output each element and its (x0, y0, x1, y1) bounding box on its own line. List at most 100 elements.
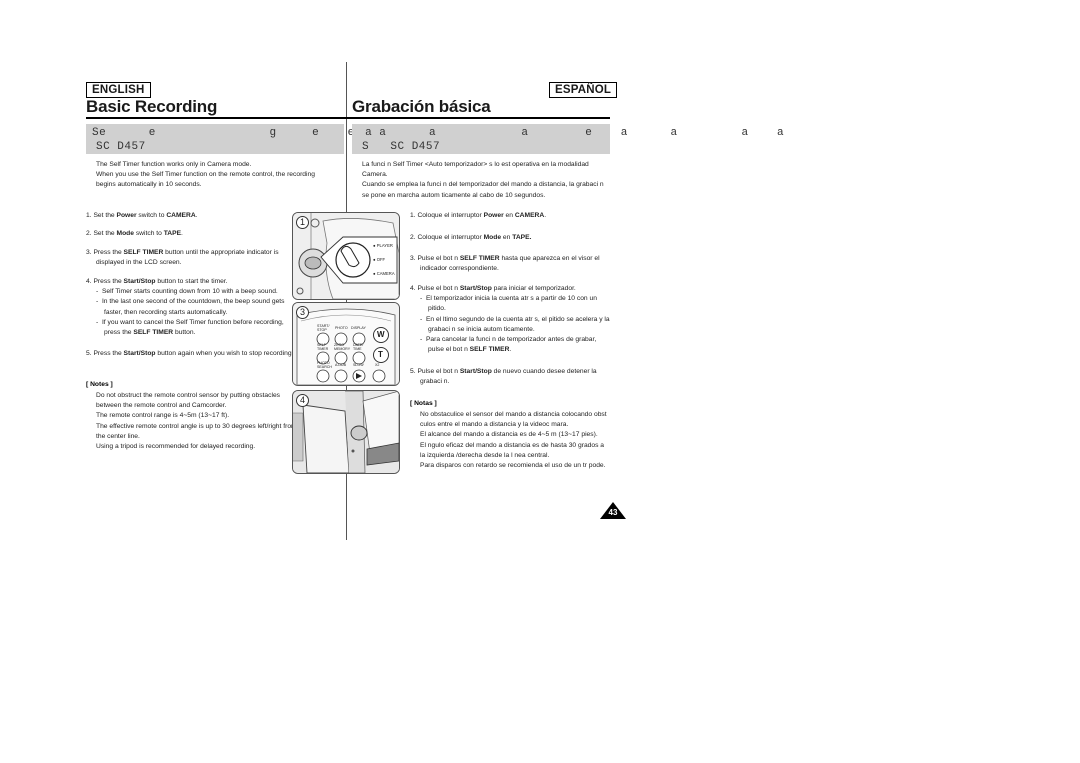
espanol-intro-line: La funci n Self Timer <Auto temporizador… (362, 161, 589, 179)
remote-label-date-time: DATE/ TIME (353, 343, 364, 351)
step-number: 5. (410, 368, 416, 375)
remote-label-zero-memory: ZERO MEMORY (334, 343, 351, 351)
english-step-4-sub: - If you want to cancel the Self Timer f… (96, 318, 284, 337)
sub-bold: SELF TIMER (469, 346, 510, 354)
sub-text: . (509, 346, 512, 354)
step-bold: Start/Stop (123, 350, 156, 357)
espanol-note: Para disparos con retardo se recomienda … (420, 462, 606, 470)
espanol-notes: No obstaculice el sensor del mando a dis… (420, 410, 610, 471)
sub-text: Self Timer starts counting down from 10 … (101, 288, 278, 296)
sub-text: El temporizador inicia la cuenta atr s a… (425, 295, 597, 313)
sub-text: button. (173, 329, 196, 337)
step-number: 5. (86, 350, 92, 357)
figure-3-remote-control: 3 START/ STOP PHOTO DISPLAY SELF TIMER Z… (292, 302, 400, 386)
espanol-step-4-sub: - El temporizador inicia la cuenta atr s… (420, 295, 597, 313)
step-text: button to start the timer. (155, 278, 228, 285)
step-text: Pulse el bot n (417, 368, 460, 375)
figure-number: 1 (296, 216, 309, 229)
espanol-intro-line: Cuando se emplea la funci n del temporiz… (362, 181, 604, 199)
step-text: button again when you wish to stop recor… (155, 350, 294, 357)
english-section-header-line2: SC D457 (96, 141, 146, 153)
english-note: Using a tripod is recommended for delaye… (96, 443, 256, 451)
english-step-3: 3. Press the SELF TIMER button until the… (86, 248, 301, 268)
step-number: 2. (410, 234, 416, 241)
espanol-step-4-sub: - Para cancelar la funci n de temporizad… (420, 336, 597, 354)
espanol-step-5: 5. Pulse el bot n Start/Stop de nuevo cu… (410, 367, 620, 387)
espanol-note: El alcance del mando a distancia es de 4… (420, 431, 598, 439)
step-text: Pulse el bot n (417, 255, 460, 262)
english-notes-heading: [ Notes ] (86, 381, 113, 388)
page-number-badge: 43 (600, 502, 626, 519)
espanol-notes-heading: [ Notas ] (410, 400, 437, 407)
step-text: en (503, 212, 515, 219)
step-number: 4. (86, 278, 92, 285)
step-number: 1. (410, 212, 416, 219)
espanol-section-header: a a a a e a a a a S SC D457 (352, 124, 784, 154)
english-language-label: ENGLISH (86, 82, 151, 98)
english-title-rule (86, 117, 346, 119)
step-text: . (181, 230, 183, 237)
dial-label-camera: ● CAMERA (373, 271, 395, 276)
sub-text: En el ltimo segundo de la cuenta atr s, … (425, 315, 610, 333)
dial-labels: ● PLAYER ● OFF ● CAMERA (373, 239, 395, 281)
step-bold: Power (116, 212, 137, 219)
step-text: switch to (136, 212, 167, 219)
sub-text: In the last one second of the countdown,… (101, 298, 285, 316)
page-number: 43 (608, 508, 618, 517)
step-number: 3. (410, 255, 416, 262)
espanol-title-rule (346, 117, 610, 119)
english-page-title: Basic Recording (86, 97, 218, 116)
step-text: Coloque el interruptor (417, 212, 484, 219)
espanol-note: No obstaculice el sensor del mando a dis… (420, 411, 607, 429)
dial-label-player: ● PLAYER (373, 243, 393, 248)
step-number: 3. (86, 249, 92, 256)
espanol-page-title: Grabación básica (352, 97, 491, 116)
espanol-step-3: 3. Pulse el bot n SELF TIMER hasta que a… (410, 254, 620, 274)
english-step-4-sub: - Self Timer starts counting down from 1… (96, 288, 278, 296)
espanol-note: El ngulo eficaz del mando a distancia es… (420, 441, 605, 459)
figure-number: 4 (296, 394, 309, 407)
dial-label-text: PLAYER (376, 243, 393, 248)
remote-label-display: DISPLAY (351, 326, 366, 330)
dial-label-off: ● OFF (373, 257, 386, 262)
remote-zoom-w: W (377, 330, 385, 339)
english-step-5: 5. Press the Start/Stop button again whe… (86, 349, 301, 359)
english-intro-line: When you use the Self Timer function on … (96, 171, 315, 189)
step-bold: Start/Stop (123, 278, 156, 285)
step-bold: SELF TIMER (123, 249, 164, 256)
camcorder-side-illustration (293, 391, 399, 473)
english-step-1: 1. Set the Power switch to CAMERA. (86, 211, 286, 221)
step-bold: Start/Stop (459, 368, 492, 375)
step-bold: Mode (116, 230, 134, 237)
english-step-2: 2. Set the Mode switch to TAPE. (86, 229, 286, 239)
step-bold: Mode (483, 234, 502, 241)
espanol-section-header-line2: S SC D457 (362, 141, 441, 153)
english-note: The effective remote control angle is up… (96, 422, 297, 440)
step-bold: TAPE (163, 230, 182, 237)
figure-4-camcorder-sensor: 4 (292, 390, 400, 474)
remote-label-photo-search: PHOTO SEARCH (317, 361, 332, 369)
step-text: Coloque el interruptor (417, 234, 484, 241)
dial-label-text: CAMERA (376, 271, 395, 276)
step-number: 1. (86, 212, 92, 219)
remote-label-self-timer: SELF TIMER (317, 343, 329, 351)
espanol-section-header-line1: a a a a e a a a a (358, 127, 785, 139)
english-step-4: 4. Press the Start/Stop button to start … (86, 277, 291, 338)
english-section-header: Se e g e e e C SC D457 (86, 124, 411, 154)
remote-label-start-stop: START/ STOP (317, 324, 330, 332)
step-number: 4. (410, 285, 416, 292)
step-number: 2. (86, 230, 92, 237)
step-text: . (544, 212, 547, 219)
figure-number: 3 (296, 306, 309, 319)
step-bold: SELF TIMER (459, 255, 500, 262)
english-note: Do not obstruct the remote control senso… (96, 392, 281, 410)
english-note: The remote control range is 4~5m (13~17 … (96, 412, 230, 420)
english-intro: The Self Timer function works only in Ca… (96, 160, 336, 191)
step-text: . (195, 212, 198, 219)
step-text: Press the (93, 278, 124, 285)
step-text: para iniciar el temporizador. (491, 285, 576, 292)
step-bold: Start/Stop (459, 285, 492, 292)
english-intro-line: The Self Timer function works only in Ca… (96, 161, 252, 168)
remote-zoom-t: T (378, 350, 383, 359)
dial-label-text: OFF (376, 257, 386, 262)
